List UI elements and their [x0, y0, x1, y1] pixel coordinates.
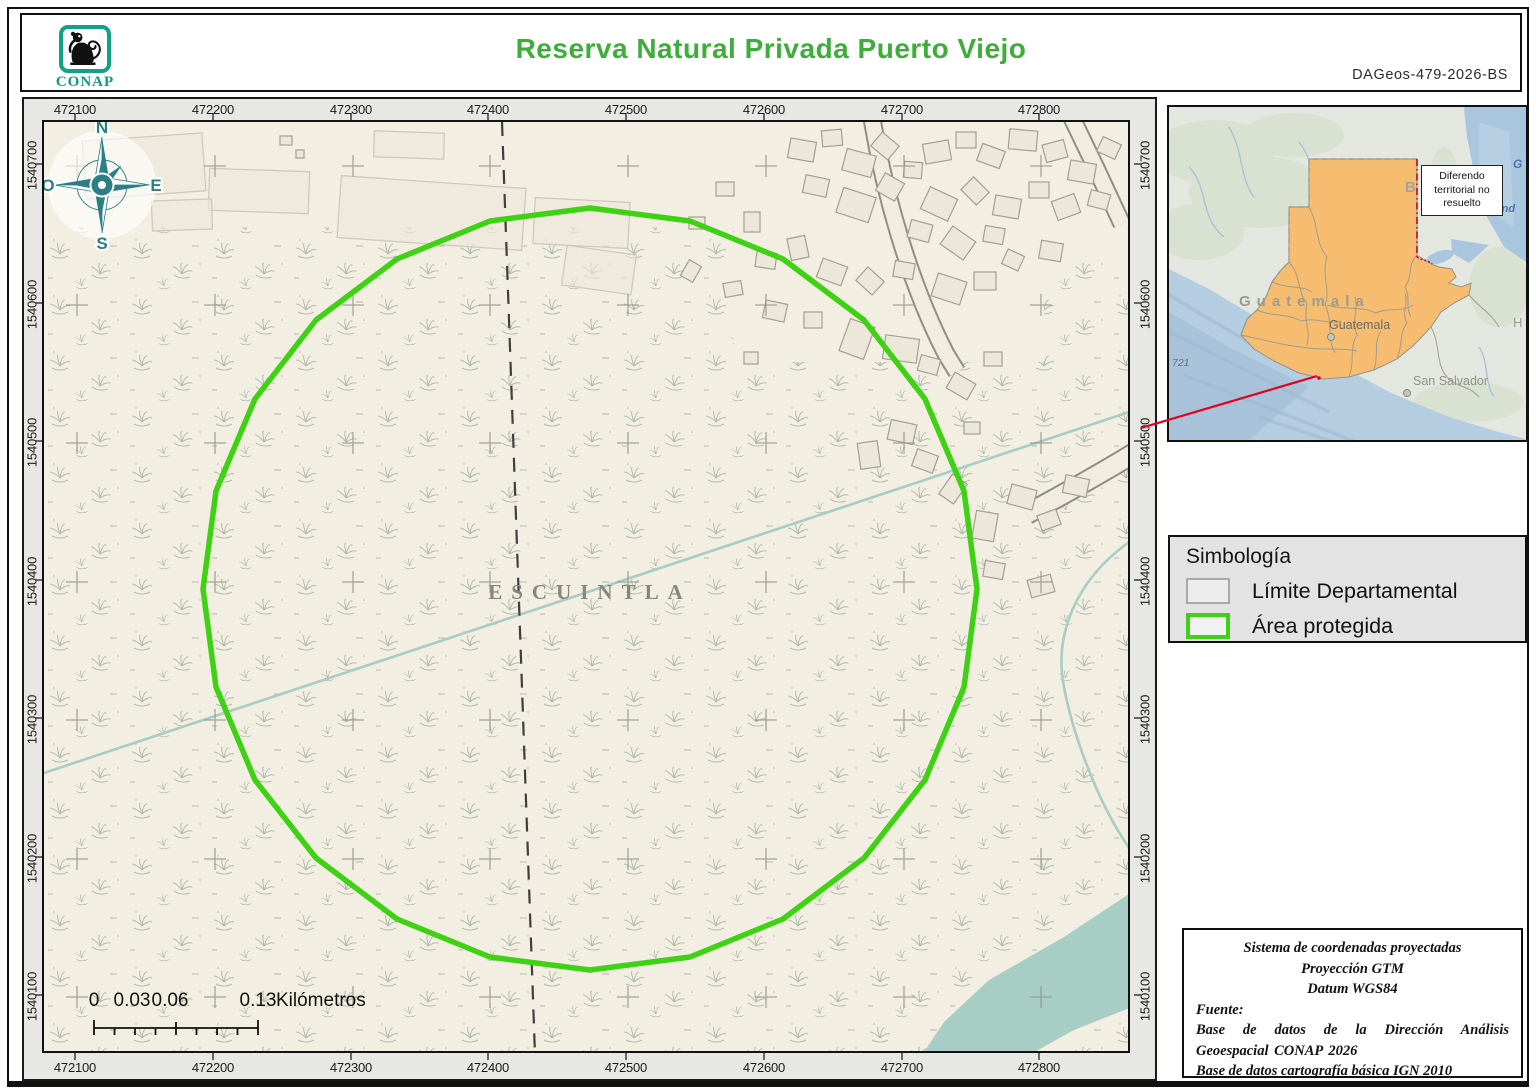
header: CONAP Reserva Natural Privada Puerto Vie… [20, 13, 1522, 92]
x-coordinate-label: 472400 [466, 1060, 510, 1075]
y-coordinate-label: 1540100 [24, 971, 40, 1022]
y-coordinate-label: 1540400 [24, 556, 40, 607]
credits-line: Proyección GTM [1301, 960, 1404, 977]
y-coordinate-label: 1540700 [1137, 140, 1153, 191]
x-coordinate-label: 472100 [53, 102, 97, 117]
y-coordinate-label: 1540400 [1137, 556, 1153, 607]
credits-source: Base de datos cartografía básica IGN 201… [1196, 1063, 1453, 1080]
document-code: DAGeos-479-2026-BS [1352, 67, 1508, 83]
inset-depth-label: 721 [1172, 357, 1190, 369]
x-coordinate-label: 472100 [53, 1060, 97, 1075]
inset-san-salvador-dot [1403, 389, 1411, 397]
y-coordinate-label: 1540600 [1137, 279, 1153, 330]
scale-bar: 0 0.03 0.06 0.13 Kilómetros [80, 988, 480, 1048]
departmental-boundary-swatch [1186, 578, 1230, 604]
credits-source-label: Fuente: [1196, 1001, 1244, 1018]
inset-map: B Guatemala Guatemala San Salvador 721 G… [1167, 105, 1528, 442]
map-frame: 472100 472200 472300 472400 472500 47260… [22, 97, 1157, 1081]
inset-country-label: Guatemala [1239, 293, 1370, 310]
page-title: Reserva Natural Privada Puerto Viejo [515, 33, 1027, 64]
region-label: ESCUINTLA [488, 580, 692, 604]
credits-source: Base de datos de la Dirección Análisis G… [1196, 1022, 1509, 1059]
y-coordinate-label: 1540600 [24, 279, 40, 330]
y-coordinate-label: 1540700 [24, 140, 40, 191]
inset-graphics [1169, 107, 1526, 440]
scale-bar-graphic [93, 1020, 259, 1035]
location-point [1317, 376, 1321, 380]
inset-territorial-note: Diferendo territorial no resuelto [1421, 165, 1503, 216]
x-coordinate-label: 472500 [604, 102, 648, 117]
x-coordinate-label: 472600 [742, 102, 786, 117]
protected-area-swatch [1186, 613, 1230, 639]
map-graphics: ESCUINTLA [44, 122, 1128, 1051]
x-coordinate-label: 472300 [329, 102, 373, 117]
y-coordinate-label: 1540100 [1137, 971, 1153, 1022]
y-coordinate-label: 1540500 [1137, 417, 1153, 468]
legend: Simbología Límite Departamental Área pro… [1168, 535, 1527, 643]
x-coordinate-label: 472800 [1017, 1060, 1061, 1075]
grass-texture [44, 227, 734, 1051]
compass-east-label: E [150, 176, 161, 195]
map-document-page: CONAP Reserva Natural Privada Puerto Vie… [0, 0, 1536, 1089]
credits-line: Sistema de coordenadas proyectadas [1243, 940, 1462, 956]
compass-north-label: N [96, 120, 108, 137]
compass-rose: N S E O [42, 120, 164, 252]
map-canvas: ESCUINTLA N S E O 0 0.03 0.06 0.13 Kilóm… [42, 120, 1130, 1053]
inset-sea-label-fragment: G [1513, 157, 1523, 171]
x-coordinate-label: 472400 [466, 102, 510, 117]
y-coordinate-label: 1540300 [1137, 694, 1153, 745]
credits-line: Datum WGS84 [1307, 981, 1398, 998]
legend-item-label: Límite Departamental [1252, 578, 1458, 603]
conap-logo-text: CONAP [55, 74, 115, 90]
grass-texture [1044, 262, 1128, 362]
inset-city-label: Guatemala [1329, 318, 1391, 332]
legend-item-label: Área protegida [1252, 613, 1394, 638]
x-coordinate-label: 472600 [742, 1060, 786, 1075]
x-coordinate-label: 472200 [191, 102, 235, 117]
y-coordinate-label: 1540500 [24, 417, 40, 468]
compass-west-label: O [42, 176, 55, 195]
legend-title: Simbología [1186, 545, 1292, 568]
legend-item-departmental: Límite Departamental [1186, 578, 1509, 604]
y-coordinate-label: 1540200 [24, 833, 40, 884]
x-coordinate-label: 472800 [1017, 102, 1061, 117]
compass-south-label: S [96, 234, 107, 252]
inset-san-salvador-label: San Salvador [1413, 374, 1489, 388]
inset-belize-label: B [1405, 179, 1416, 196]
inset-honduras-label: Ho [1513, 315, 1526, 330]
legend-item-protected-area: Área protegida [1186, 613, 1509, 639]
x-coordinate-label: 472300 [329, 1060, 373, 1075]
y-coordinate-label: 1540200 [1137, 833, 1153, 884]
x-coordinate-label: 472700 [880, 102, 924, 117]
x-coordinate-label: 472200 [191, 1060, 235, 1075]
x-coordinate-label: 472700 [880, 1060, 924, 1075]
x-coordinate-label: 472500 [604, 1060, 648, 1075]
credits-box: Sistema de coordenadas proyectadas Proye… [1182, 928, 1523, 1079]
y-coordinate-label: 1540300 [24, 694, 40, 745]
inset-city-dot [1327, 333, 1335, 341]
